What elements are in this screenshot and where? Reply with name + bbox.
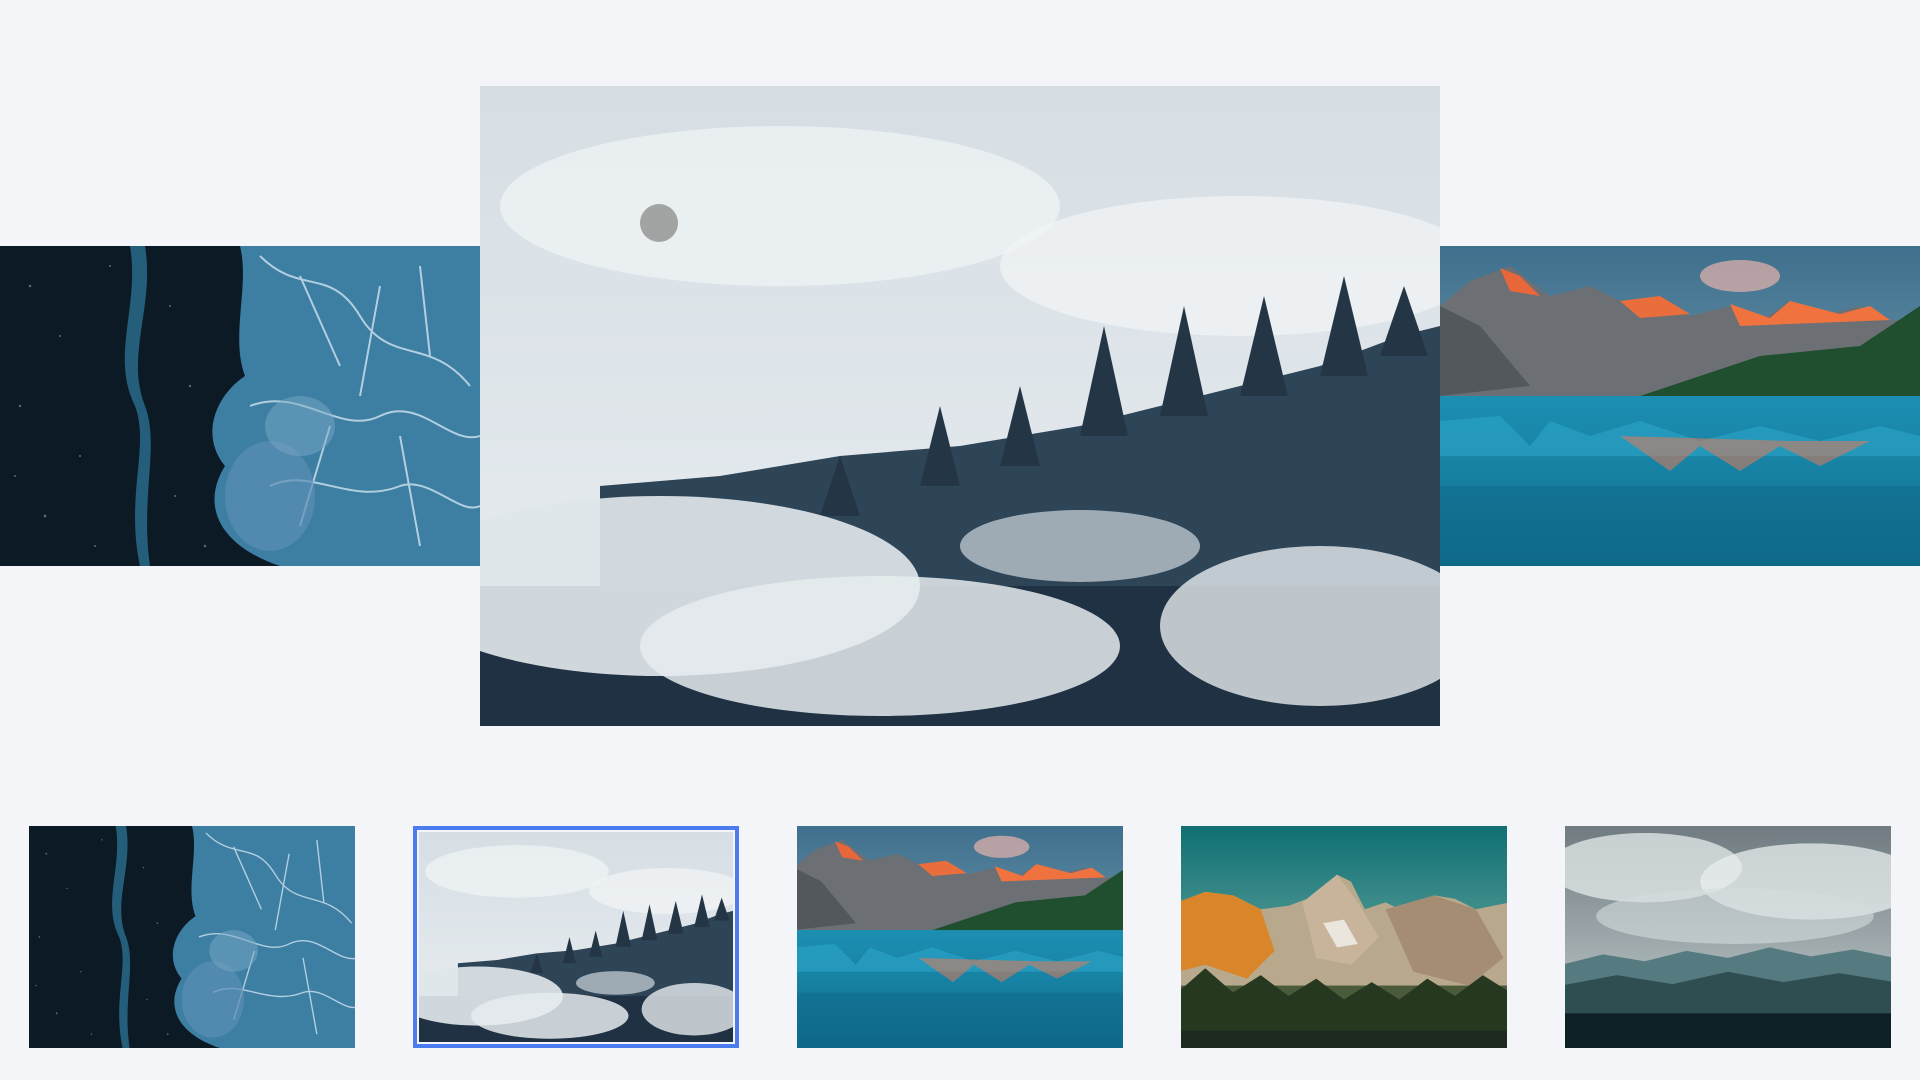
thumbnail-4[interactable]: [1181, 826, 1507, 1048]
thumbnail-3[interactable]: [797, 826, 1123, 1048]
pointer-cursor-indicator: [640, 204, 678, 242]
cloudy-mountains-thumbnail: [1565, 826, 1891, 1048]
misty-forest-thumbnail: [419, 832, 733, 1042]
thumbnail-2-selected[interactable]: [413, 826, 739, 1048]
misty-forest-image: [480, 86, 1440, 726]
thumbnail-1[interactable]: [29, 826, 355, 1048]
image-gallery: [0, 0, 1920, 1080]
mountain-lake-image: [1440, 246, 1920, 566]
carousel-slide-next[interactable]: [1440, 246, 1920, 566]
ice-crystals-thumbnail: [29, 826, 355, 1048]
carousel-slide-active[interactable]: [480, 86, 1440, 726]
ice-crystals-image: [0, 246, 480, 566]
carousel-slide-previous[interactable]: [0, 246, 480, 566]
thumbnail-strip: [0, 826, 1920, 1048]
mountain-lake-thumbnail: [797, 826, 1123, 1048]
golden-peaks-thumbnail: [1181, 826, 1507, 1048]
thumbnail-5[interactable]: [1565, 826, 1891, 1048]
